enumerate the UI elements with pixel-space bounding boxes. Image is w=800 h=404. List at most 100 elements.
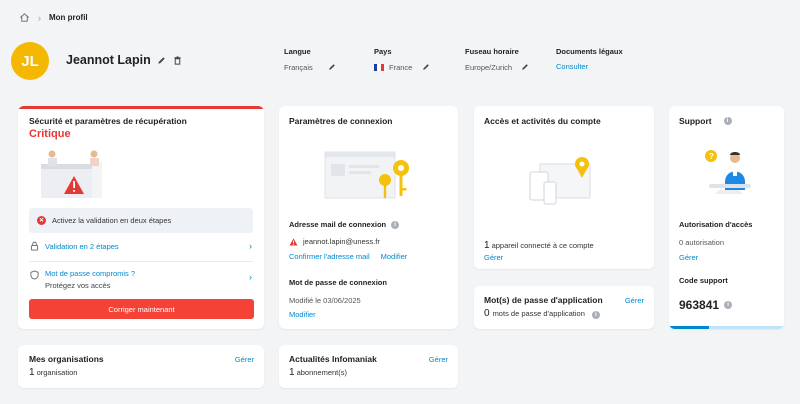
field-langue: Langue Français: [284, 47, 337, 72]
news-count-text: abonnement(s): [296, 368, 348, 377]
field-label: Documents légaux: [556, 47, 623, 56]
email-actions: Confirmer l'adresse mail Modifier: [289, 252, 407, 261]
field-value: Français: [284, 62, 313, 72]
fix-now-button[interactable]: Corriger maintenant: [29, 299, 254, 319]
auth-value: 0 autorisation: [679, 238, 725, 247]
app-passwords-manage-link[interactable]: Gérer: [625, 296, 644, 305]
divider: [29, 261, 253, 262]
app-passwords-count: 0: [484, 308, 490, 319]
confirm-email-link[interactable]: Confirmer l'adresse mail: [289, 252, 370, 261]
organisations-count-row: 1 organisation: [29, 367, 77, 378]
organisations-manage-link[interactable]: Gérer: [235, 355, 254, 364]
news-card: Actualités Infomaniak Gérer 1 abonnement…: [279, 345, 458, 388]
access-illustration: [526, 154, 606, 209]
email-row: jeannot.lapin@uness.fr: [289, 237, 380, 246]
item-compromised-password[interactable]: Mot de passe compromis ? Protégez vos ac…: [30, 269, 252, 291]
edit-timezone-icon[interactable]: [520, 62, 530, 72]
access-card: Accès et activités du compte 1 appareil …: [474, 106, 654, 269]
profile-name: Jeannot Lapin: [66, 53, 151, 67]
support-code: 963841: [679, 298, 720, 312]
email-value: jeannot.lapin@uness.fr: [303, 237, 380, 246]
home-icon[interactable]: [19, 12, 30, 23]
consult-documents-link[interactable]: Consulter: [556, 62, 588, 71]
security-card: Sécurité et paramètres de récupération C…: [18, 106, 264, 329]
news-count-row: 1 abonnement(s): [289, 367, 347, 378]
email-label: Adresse mail de connexion: [289, 220, 387, 229]
chevron-right-icon: ›: [249, 272, 252, 282]
field-value: Europe/Zurich: [465, 62, 513, 72]
item-2fa[interactable]: Validation en 2 étapes ›: [30, 239, 252, 253]
connection-title: Paramètres de connexion: [289, 116, 393, 126]
field-value: France: [389, 62, 413, 72]
password-label: Mot de passe de connexion: [289, 278, 387, 287]
access-manage-link[interactable]: Gérer: [484, 253, 503, 262]
item-password-label: Mot de passe compromis ?: [45, 269, 136, 278]
connection-card: Paramètres de connexion Adresse mail de …: [279, 106, 458, 329]
security-title: Sécurité et paramètres de récupération: [29, 116, 187, 126]
support-illustration: ?: [699, 146, 759, 198]
access-count-row: 1 appareil connecté à ce compte: [484, 240, 594, 251]
field-fuseau: Fuseau horaire Europe/Zurich: [465, 47, 530, 72]
info-icon[interactable]: i: [591, 311, 600, 319]
info-icon[interactable]: i: [724, 301, 733, 309]
support-card: Support i ? Autorisation d'accès 0 autor…: [669, 106, 784, 329]
support-code-progress-fill: [669, 326, 710, 329]
support-code-progress: [669, 326, 784, 329]
password-modified: Modifié le 03/06/2025: [289, 296, 361, 305]
item-password-sub: Protégez vos accès: [45, 281, 111, 290]
modify-email-link[interactable]: Modifier: [381, 252, 408, 261]
item-2fa-label: Validation en 2 étapes: [45, 241, 119, 251]
app-passwords-count-text: mots de passe d'application: [492, 309, 585, 318]
app-passwords-card: Mot(s) de passe d'application Gérer 0 mo…: [474, 286, 654, 329]
news-count: 1: [289, 367, 295, 378]
edit-country-icon[interactable]: [421, 62, 431, 72]
critical-top-bar: [18, 106, 264, 109]
access-count: 1: [484, 240, 490, 251]
edit-language-icon[interactable]: [327, 62, 337, 72]
chevron-right-icon: ›: [249, 241, 252, 251]
avatar-initials: JL: [21, 52, 39, 70]
warning-icon: [289, 237, 298, 246]
connection-illustration: [323, 146, 418, 204]
alert-2fa: ✕ Activez la validation en deux étapes: [29, 208, 253, 233]
support-title-row: Support i: [679, 116, 732, 126]
info-icon[interactable]: i: [723, 117, 732, 125]
app-passwords-title: Mot(s) de passe d'application: [484, 295, 603, 305]
fix-now-button-label: Corriger maintenant: [108, 304, 175, 314]
organisations-count: 1: [29, 367, 35, 378]
email-label-row: Adresse mail de connexion i: [289, 220, 400, 229]
field-pays: Pays France: [374, 47, 431, 72]
edit-name-icon[interactable]: [157, 55, 167, 65]
breadcrumb: › Mon profil: [19, 12, 88, 23]
security-illustration: [38, 146, 128, 204]
organisations-count-text: organisation: [36, 368, 78, 377]
security-status: Critique: [29, 128, 71, 140]
trash-icon[interactable]: [173, 55, 183, 65]
info-icon[interactable]: i: [391, 220, 400, 229]
support-code-row: 963841 i: [679, 298, 733, 312]
organisations-card: Mes organisations Gérer 1 organisation: [18, 345, 264, 388]
auth-label: Autorisation d'accès: [679, 220, 753, 229]
news-manage-link[interactable]: Gérer: [429, 355, 448, 364]
field-label: Fuseau horaire: [465, 47, 519, 56]
organisations-title: Mes organisations: [29, 354, 104, 364]
field-documents: Documents légaux Consulter: [556, 47, 623, 71]
error-icon: ✕: [37, 216, 46, 225]
lock-icon: [30, 241, 39, 251]
support-code-label: Code support: [679, 276, 728, 285]
field-label: Langue: [284, 47, 311, 56]
alert-text: Activez la validation en deux étapes: [52, 216, 172, 225]
field-label: Pays: [374, 47, 392, 56]
app-passwords-count-row: 0 mots de passe d'application i: [484, 308, 600, 319]
avatar: JL: [11, 42, 49, 80]
support-manage-link[interactable]: Gérer: [679, 253, 698, 262]
profile-name-row: Jeannot Lapin: [66, 53, 183, 67]
news-title: Actualités Infomaniak: [289, 354, 377, 364]
svg-text:?: ?: [709, 152, 714, 161]
chevron-right-icon: ›: [38, 12, 41, 23]
access-count-text: appareil connecté à ce compte: [491, 241, 594, 250]
flag-france-icon: [374, 63, 384, 71]
access-title: Accès et activités du compte: [484, 116, 601, 126]
shield-icon: [30, 270, 39, 280]
modify-password-link[interactable]: Modifier: [289, 310, 316, 319]
